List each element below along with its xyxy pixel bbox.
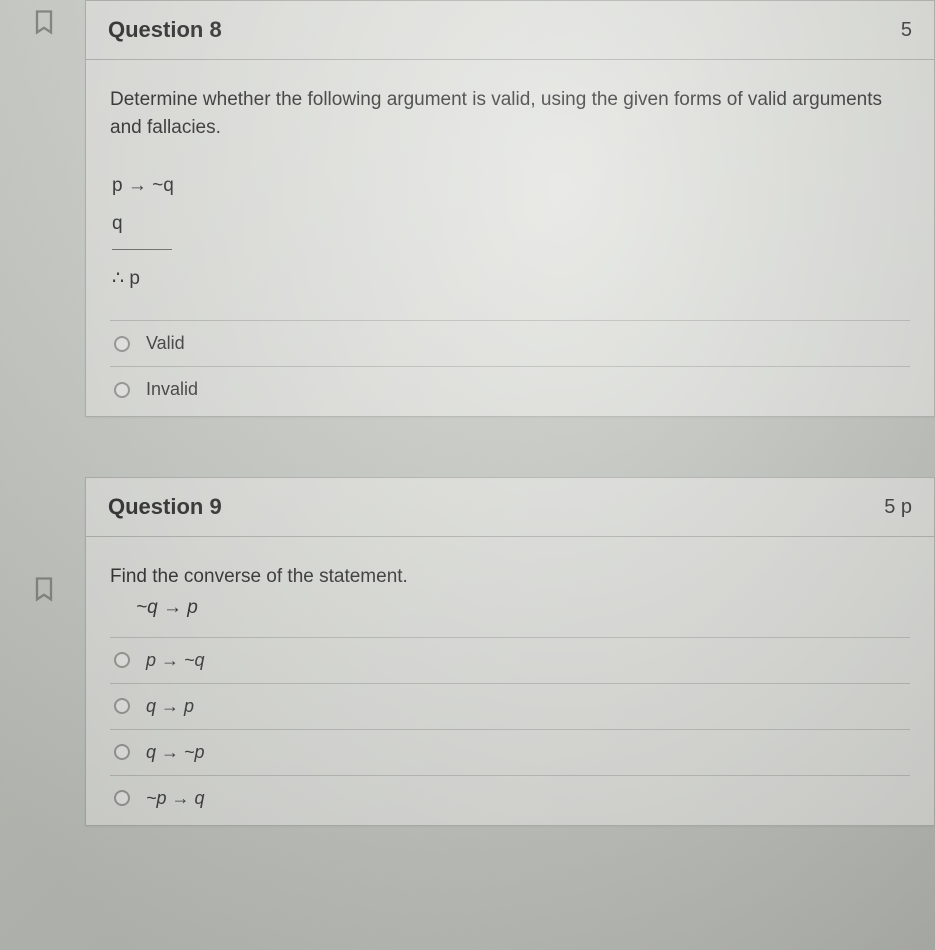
conclusion: ∴ p [112,260,908,298]
radio-icon[interactable] [114,382,130,398]
argument-block: p → ~q q ∴ p [110,163,910,302]
answer-option[interactable]: q → ~p [110,729,910,775]
answer-option[interactable]: ~p → q [110,775,910,825]
option-label: q → ~p [146,742,205,763]
question-card: Question 8 5 Determine whether the follo… [85,0,935,417]
radio-icon[interactable] [114,744,130,760]
question-points: 5 p [884,496,912,519]
premise-2: q [112,205,908,243]
argument-rule [112,249,172,250]
question-title: Question 9 [108,494,222,520]
premise-1: p → ~q [112,167,908,205]
answer-option[interactable]: Valid [110,320,910,366]
radio-icon[interactable] [114,652,130,668]
answer-options: p → ~q q → p q → ~p ~p → q [110,637,910,825]
radio-icon[interactable] [114,698,130,714]
option-label: Valid [146,333,185,354]
question-title: Question 8 [108,17,222,43]
radio-icon[interactable] [114,336,130,352]
answer-option[interactable]: Invalid [110,366,910,416]
option-label: Invalid [146,379,198,400]
question-card: Question 9 5 p Find the converse of the … [85,477,935,826]
bookmark-icon[interactable] [30,575,58,603]
question-points: 5 [901,19,912,42]
answer-options: Valid Invalid [110,320,910,416]
question-header: Question 9 5 p [86,478,934,537]
radio-icon[interactable] [114,790,130,806]
option-label: q → p [146,696,194,717]
question-prompt: Find the converse of the statement. [110,563,910,591]
given-statement: ~q → p [110,597,910,619]
question-prompt: Determine whether the following argument… [110,86,910,141]
answer-option[interactable]: q → p [110,683,910,729]
bookmark-icon[interactable] [30,8,58,36]
option-label: p → ~q [146,650,205,671]
answer-option[interactable]: p → ~q [110,637,910,683]
option-label: ~p → q [146,788,205,809]
question-header: Question 8 5 [86,1,934,60]
